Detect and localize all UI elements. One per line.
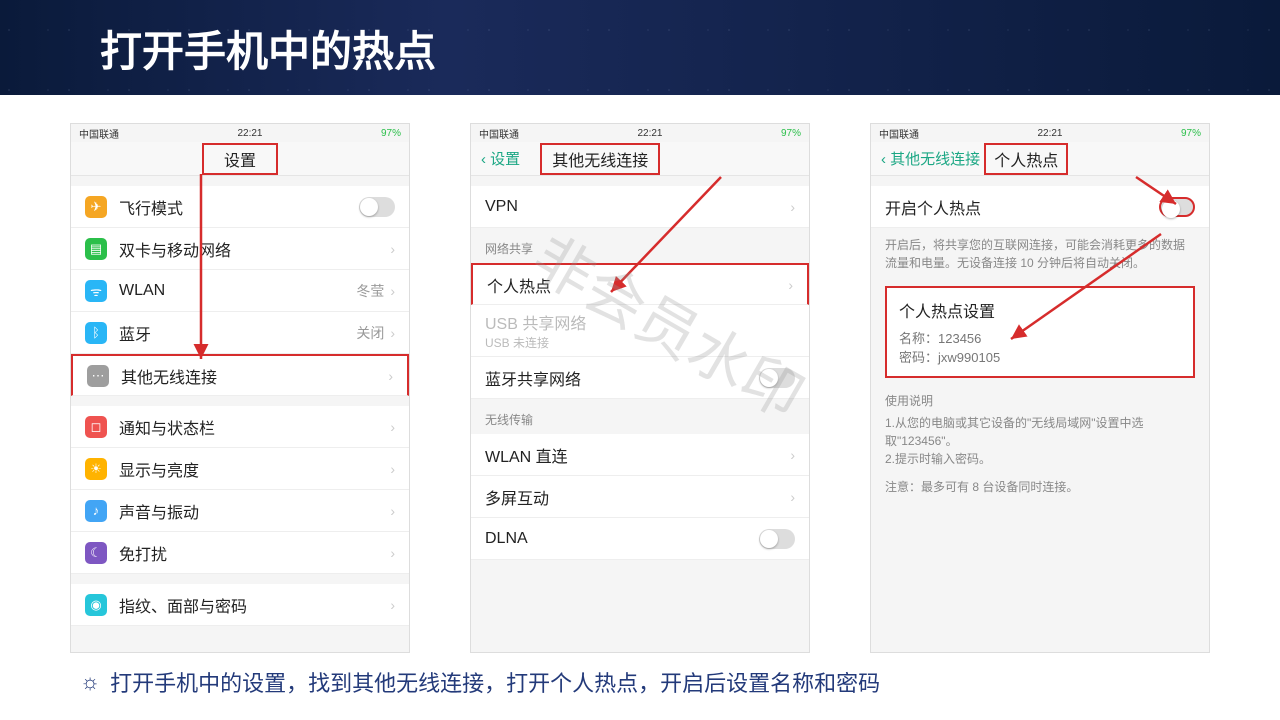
battery: 97% [781, 128, 801, 139]
page-title: 其他无线连接 [540, 143, 660, 175]
bluetooth-icon: ᛒ [85, 322, 107, 344]
slide-title: 打开手机中的热点 [100, 18, 436, 79]
more-icon: ⋯ [87, 365, 109, 387]
phone-3-hotspot: 中国联通 22:21 97% ‹ 其他无线连接 个人热点 开启个人热点 开启后，… [870, 123, 1210, 653]
instructions-block: 使用说明 1.从您的电脑或其它设备的"无线局域网"设置中选取"123456"。 … [871, 384, 1209, 504]
chevron-right-icon: › [390, 419, 395, 435]
label: WLAN 直连 [485, 443, 790, 467]
carrier: 中国联通 [879, 126, 919, 141]
page-title: 设置 [202, 143, 278, 175]
nav-bar: 设置 [71, 142, 409, 176]
label: 其他无线连接 [121, 364, 388, 388]
value: 冬莹 [356, 281, 384, 301]
clock: 22:21 [237, 128, 262, 139]
chevron-right-icon: › [390, 545, 395, 561]
battery: 97% [1181, 128, 1201, 139]
row-fingerprint[interactable]: ◉ 指纹、面部与密码 › [71, 584, 409, 626]
wifi-icon: ᯤ [85, 280, 107, 302]
enable-description: 开启后，将共享您的互联网连接，可能会消耗更多的数据流量和电量。无设备连接 10 … [871, 228, 1209, 280]
label: 开启个人热点 [885, 195, 1159, 219]
label: 指纹、面部与密码 [119, 593, 390, 617]
nav-bar: ‹ 其他无线连接 个人热点 [871, 142, 1209, 176]
status-bar: 中国联通 22:21 97% [71, 124, 409, 142]
row-sound[interactable]: ♪ 声音与振动 › [71, 490, 409, 532]
chevron-right-icon: › [388, 368, 393, 384]
page-title: 个人热点 [984, 143, 1068, 175]
row-bluetooth[interactable]: ᛒ 蓝牙 关闭 › [71, 312, 409, 354]
instruction-1: 1.从您的电脑或其它设备的"无线局域网"设置中选取"123456"。 [885, 414, 1195, 450]
label: DLNA [485, 530, 759, 548]
note: 注意：最多可有 8 台设备同时连接。 [885, 478, 1195, 496]
hotspot-settings-box[interactable]: 个人热点设置 名称：123456 密码：jxw990105 [885, 286, 1195, 378]
status-bar: 中国联通 22:21 97% [471, 124, 809, 142]
airplane-icon: ✈ [85, 196, 107, 218]
chevron-right-icon: › [390, 283, 395, 299]
chevron-right-icon: › [390, 503, 395, 519]
chevron-right-icon: › [390, 461, 395, 477]
back-button[interactable]: ‹ 设置 [471, 148, 520, 169]
label: 免打扰 [119, 541, 390, 565]
row-notifications[interactable]: ◻ 通知与状态栏 › [71, 406, 409, 448]
chevron-right-icon: › [390, 597, 395, 613]
nav-bar: ‹ 设置 其他无线连接 [471, 142, 809, 176]
chevron-right-icon: › [788, 277, 793, 293]
chevron-right-icon: › [790, 199, 795, 215]
instructions-title: 使用说明 [885, 392, 1195, 410]
status-bar: 中国联通 22:21 97% [871, 124, 1209, 142]
row-display[interactable]: ☀ 显示与亮度 › [71, 448, 409, 490]
value: 关闭 [356, 323, 384, 343]
toggle-off[interactable] [759, 529, 795, 549]
phone-screenshots-row: 中国联通 22:21 97% 设置 ✈ 飞行模式 ▤ 双卡与移动网络 › ᯤ W… [0, 95, 1280, 653]
label: VPN [485, 198, 790, 216]
chevron-right-icon: › [790, 447, 795, 463]
clock: 22:21 [1037, 128, 1062, 139]
chevron-right-icon: › [790, 489, 795, 505]
toggle-off[interactable] [1159, 197, 1195, 217]
row-dual-sim[interactable]: ▤ 双卡与移动网络 › [71, 228, 409, 270]
clock: 22:21 [637, 128, 662, 139]
label: USB 共享网络 [485, 316, 586, 333]
phone-1-settings: 中国联通 22:21 97% 设置 ✈ 飞行模式 ▤ 双卡与移动网络 › ᯤ W… [70, 123, 410, 653]
row-wlan-direct[interactable]: WLAN 直连 › [471, 434, 809, 476]
footer-text: 打开手机中的设置，找到其他无线连接，打开个人热点，开启后设置名称和密码 [110, 666, 880, 698]
row-wlan[interactable]: ᯤ WLAN 冬莹 › [71, 270, 409, 312]
row-other-wireless[interactable]: ⋯ 其他无线连接 › [71, 354, 409, 396]
battery: 97% [381, 128, 401, 139]
chevron-right-icon: › [390, 241, 395, 257]
label: 显示与亮度 [119, 457, 390, 481]
label: 蓝牙 [119, 321, 356, 345]
carrier: 中国联通 [79, 126, 119, 141]
row-dlna[interactable]: DLNA [471, 518, 809, 560]
label: 飞行模式 [119, 195, 359, 219]
back-button[interactable]: ‹ 其他无线连接 [871, 148, 980, 169]
hotspot-settings-title: 个人热点设置 [899, 298, 1181, 322]
fingerprint-icon: ◉ [85, 594, 107, 616]
row-airplane-mode[interactable]: ✈ 飞行模式 [71, 186, 409, 228]
slide-header: 打开手机中的热点 [0, 0, 1280, 95]
label: 声音与振动 [119, 499, 390, 523]
label: 通知与状态栏 [119, 415, 390, 439]
row-multiscreen[interactable]: 多屏互动 › [471, 476, 809, 518]
carrier: 中国联通 [479, 126, 519, 141]
toggle-off[interactable] [359, 197, 395, 217]
sound-icon: ♪ [85, 500, 107, 522]
row-dnd[interactable]: ☾ 免打扰 › [71, 532, 409, 574]
notification-icon: ◻ [85, 416, 107, 438]
label: 多屏互动 [485, 485, 790, 509]
row-vpn[interactable]: VPN › [471, 186, 809, 228]
instruction-2: 2.提示时输入密码。 [885, 450, 1195, 468]
label: WLAN [119, 282, 356, 300]
footer-instruction: ☼ 打开手机中的设置，找到其他无线连接，打开个人热点，开启后设置名称和密码 [80, 666, 880, 698]
dnd-icon: ☾ [85, 542, 107, 564]
hotspot-name-row: 名称：123456 [899, 328, 1181, 347]
label: 双卡与移动网络 [119, 237, 390, 261]
chevron-right-icon: › [390, 325, 395, 341]
brightness-icon: ☀ [85, 458, 107, 480]
sun-icon: ☼ [80, 669, 100, 695]
hotspot-pwd-row: 密码：jxw990105 [899, 347, 1181, 366]
row-enable-hotspot[interactable]: 开启个人热点 [871, 186, 1209, 228]
sim-icon: ▤ [85, 238, 107, 260]
